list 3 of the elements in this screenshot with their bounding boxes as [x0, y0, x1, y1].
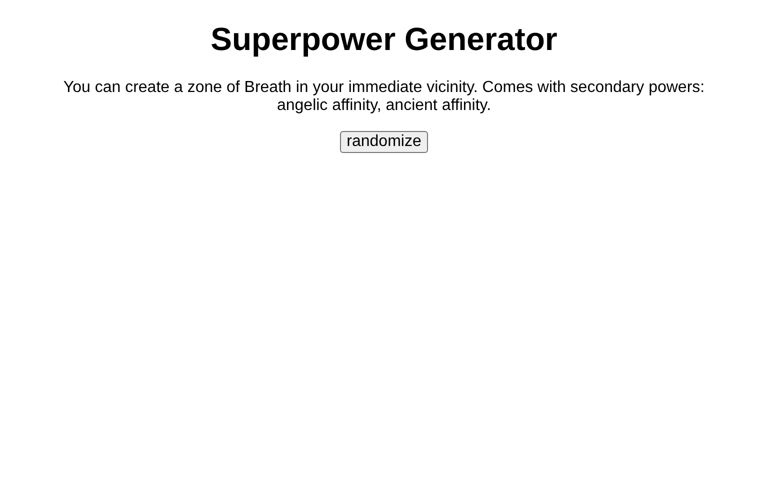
randomize-button[interactable]: randomize: [340, 131, 428, 153]
page-title: Superpower Generator: [210, 21, 558, 58]
power-description: You can create a zone of Breath in your immediate vicinity. Comes with secondary powers: angelic affinity, ancient affinity.: [62, 79, 706, 115]
